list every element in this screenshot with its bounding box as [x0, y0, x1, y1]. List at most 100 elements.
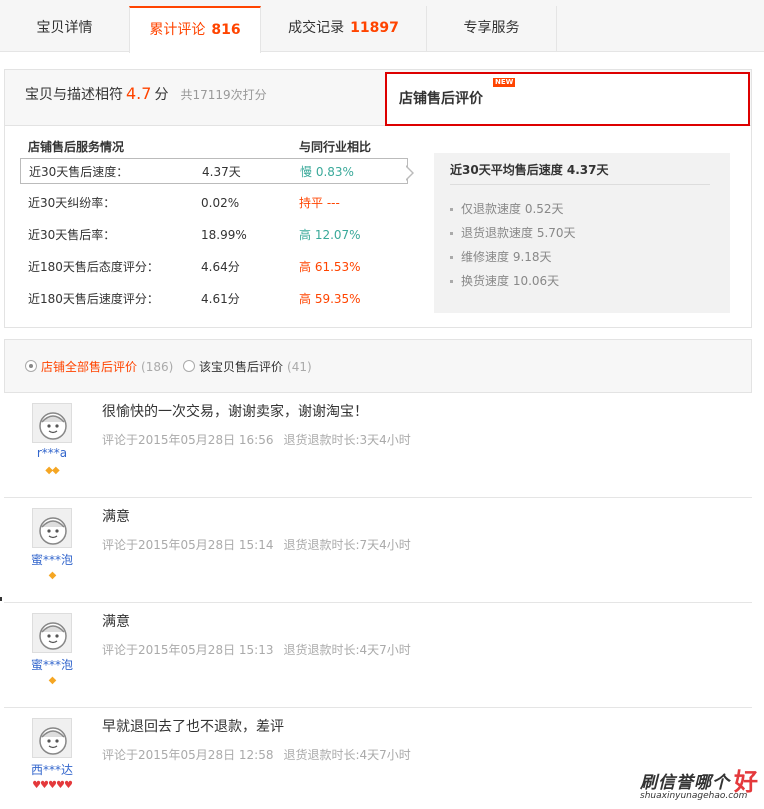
watermark-text: 刷信誉哪个: [640, 773, 730, 793]
service-row[interactable]: 近30天售后速度： 4.37天 慢 0.83%: [20, 158, 408, 184]
bullet-icon: [450, 232, 453, 235]
row-compare: 慢 0.83%: [300, 165, 354, 179]
tab-transactions[interactable]: 成交记录 11897: [261, 6, 427, 52]
face-icon: [39, 622, 67, 650]
reviewer-name[interactable]: 西***达: [4, 761, 100, 778]
review-item: r***a ◆◆ 很愉快的一次交易，谢谢卖家，谢谢淘宝！ 评论于2015年05月…: [4, 393, 752, 498]
row-name: 近30天售后率：: [28, 228, 116, 242]
average-speed-list: 仅退款速度 0.52天 退货退款速度 5.70天 维修速度 9.18天 换货速度…: [450, 197, 714, 293]
match-label: 宝贝与描述相符: [25, 87, 123, 103]
service-row[interactable]: 近30天纠纷率： 0.02% 持平 ---: [20, 190, 408, 216]
service-row[interactable]: 近30天售后率： 18.99% 高 12.07%: [20, 222, 408, 248]
row-value: 4.37天: [202, 165, 241, 179]
review-time: 评论于2015年05月28日 16:56: [102, 433, 274, 447]
refund-duration: 退货退款时长:4天7小时: [283, 748, 411, 762]
summary-header: 宝贝与描述相符 4.7 分共17119次打分 店铺售后评价 NEW: [5, 70, 751, 126]
row-pointer-arrow: [405, 165, 414, 181]
average-speed-item: 退货退款速度 5.70天: [450, 221, 714, 245]
match-score: 4.7: [126, 84, 152, 103]
service-column-header: 店铺售后服务情况: [28, 140, 125, 154]
filter-item-count: (41): [287, 360, 312, 374]
tab-label: 专享服务: [463, 20, 520, 36]
avatar[interactable]: [32, 403, 72, 443]
row-value: 4.61分: [201, 292, 240, 306]
review-filter-bar: 店铺全部售后评价 (186) 该宝贝售后评价 (41): [4, 339, 752, 393]
row-value: 0.02%: [201, 196, 240, 210]
rating-summary-panel: 宝贝与描述相符 4.7 分共17119次打分 店铺售后评价 NEW 店铺售后服务情况…: [4, 69, 752, 328]
review-content: 很愉快的一次交易，谢谢卖家，谢谢淘宝！: [102, 404, 368, 420]
after-sales-tab[interactable]: 店铺售后评价 NEW: [385, 72, 750, 126]
row-name: 近30天售后速度：: [29, 165, 129, 179]
reviewer-name[interactable]: r***a: [4, 446, 100, 460]
average-speed-item: 仅退款速度 0.52天: [450, 197, 714, 221]
filter-all-count: (186): [141, 360, 174, 374]
watermark: 刷信誉哪个 好 shuaxinyunagehao.com: [634, 762, 760, 806]
after-sales-label: 店铺售后评价: [399, 91, 483, 107]
average-speed-text: 换货速度 10.06天: [461, 274, 560, 288]
row-value: 18.99%: [201, 228, 247, 242]
reviewer-rank-icon: ◆◆: [45, 465, 59, 476]
avatar[interactable]: [32, 613, 72, 653]
reviewer-rank-icon: ◆: [48, 570, 57, 581]
review-item: 蜜***泡 ◆ 满意 评论于2015年05月28日 15:14 退货退款时长:7天…: [4, 498, 752, 603]
row-compare: 高 12.07%: [299, 228, 361, 242]
tab-label: 宝贝详情: [36, 20, 93, 36]
compare-column-header: 与同行业相比: [299, 140, 372, 154]
reviewer-rank-icon: ♥♥♥♥♥: [32, 780, 73, 791]
reviewer-name[interactable]: 蜜***泡: [4, 656, 100, 673]
reviewer-rank-icon: ◆: [48, 675, 57, 686]
bullet-icon: [450, 208, 453, 211]
row-name: 近180天售后态度评分：: [28, 260, 159, 274]
radio-all-reviews[interactable]: [25, 360, 37, 372]
filter-item-label[interactable]: 该宝贝售后评价 (41): [199, 358, 312, 375]
radio-item-reviews[interactable]: [183, 360, 195, 372]
review-time: 评论于2015年05月28日 15:13: [102, 643, 274, 657]
tab-label: 累计评论: [149, 22, 206, 38]
description-match[interactable]: 宝贝与描述相符 4.7 分共17119次打分: [25, 84, 267, 104]
refund-duration: 退货退款时长:7天4小时: [283, 538, 411, 552]
tab-reviews[interactable]: 累计评论 816: [129, 6, 261, 53]
face-icon: [39, 727, 67, 755]
service-row[interactable]: 近180天售后速度评分： 4.61分 高 59.35%: [20, 286, 408, 312]
review-meta: 评论于2015年05月28日 15:13 退货退款时长:4天7小时: [102, 641, 411, 658]
tab-count: 816: [211, 22, 241, 38]
filter-all-text: 店铺全部售后评价: [41, 360, 138, 374]
row-name: 近30天纠纷率：: [28, 196, 116, 210]
review-meta: 评论于2015年05月28日 15:14 退货退款时长:7天4小时: [102, 536, 411, 553]
avatar[interactable]: [32, 718, 72, 758]
tab-services[interactable]: 专享服务: [427, 6, 557, 52]
row-compare: 高 59.35%: [299, 292, 361, 306]
average-speed-text: 退货退款速度 5.70天: [461, 226, 576, 240]
row-name: 近180天售后速度评分：: [28, 292, 159, 306]
tab-count: 11897: [350, 20, 399, 36]
bullet-icon: [450, 256, 453, 259]
review-item: 蜜***泡 ◆ 满意 评论于2015年05月28日 15:13 退货退款时长:4天…: [4, 603, 752, 708]
avatar[interactable]: [32, 508, 72, 548]
filter-item-text: 该宝贝售后评价: [199, 360, 284, 374]
face-icon: [39, 412, 67, 440]
reviewer-name[interactable]: 蜜***泡: [4, 551, 100, 568]
average-speed-box: 近30天平均售后速度 4.37天 仅退款速度 0.52天 退货退款速度 5.70…: [434, 153, 730, 313]
bullet-icon: [450, 280, 453, 283]
tab-item-details[interactable]: 宝贝详情: [0, 6, 130, 52]
average-speed-item: 维修速度 9.18天: [450, 245, 714, 269]
match-unit: 分: [154, 87, 169, 103]
watermark-url: shuaxinyunagehao.com: [640, 791, 748, 801]
row-value: 4.64分: [201, 260, 240, 274]
average-speed-title: 近30天平均售后速度 4.37天: [450, 161, 710, 185]
filter-all-label[interactable]: 店铺全部售后评价 (186): [41, 358, 173, 375]
row-compare: 持平 ---: [299, 196, 340, 210]
match-total: 共17119次打分: [180, 88, 267, 102]
review-content: 满意: [102, 509, 130, 525]
average-speed-item: 换货速度 10.06天: [450, 269, 714, 293]
average-speed-text: 仅退款速度 0.52天: [461, 202, 564, 216]
review-time: 评论于2015年05月28日 12:58: [102, 748, 274, 762]
review-time: 评论于2015年05月28日 15:14: [102, 538, 274, 552]
refund-duration: 退货退款时长:3天4小时: [283, 433, 411, 447]
tab-label: 成交记录: [288, 20, 345, 36]
service-row[interactable]: 近180天售后态度评分： 4.64分 高 61.53%: [20, 254, 408, 280]
edge-mark: [0, 597, 2, 601]
face-icon: [39, 517, 67, 545]
review-meta: 评论于2015年05月28日 12:58 退货退款时长:4天7小时: [102, 746, 411, 763]
review-content: 早就退回去了也不退款，差评: [102, 719, 284, 735]
